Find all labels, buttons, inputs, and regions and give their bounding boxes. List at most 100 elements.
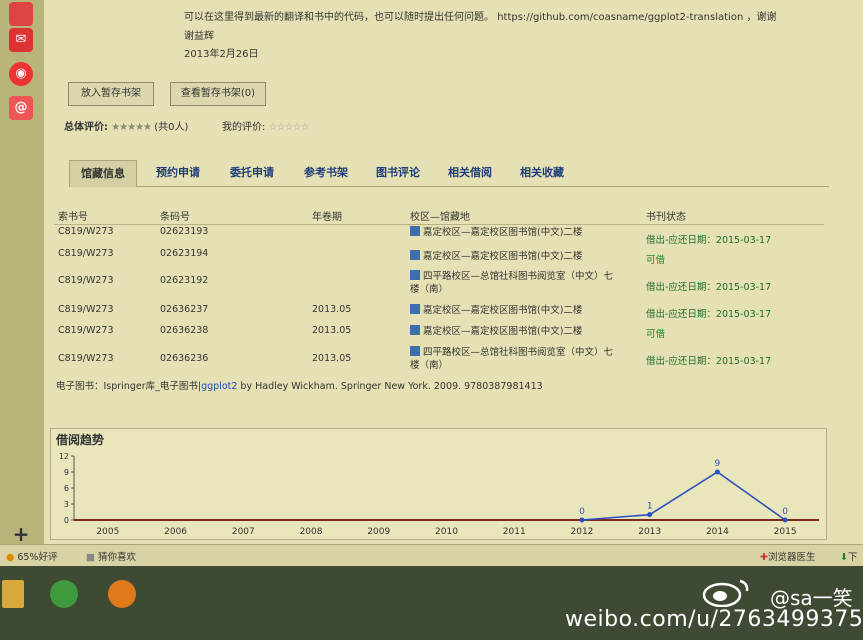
x-tick-label: 2015 [774, 527, 797, 537]
tab-reference-shelf[interactable]: 参考书架 [293, 160, 359, 186]
overall-stars-icon: ★★★★★ [111, 122, 152, 133]
library-icon [410, 304, 420, 314]
browser-doctor[interactable]: ✚浏览器医生 [760, 549, 815, 563]
col-year: 年卷期 [312, 212, 342, 223]
library-icon [410, 270, 420, 280]
location: 嘉定校区—嘉定校区图书馆(中文)二楼 [410, 304, 620, 317]
library-icon [410, 346, 420, 356]
ie-browser-icon[interactable] [50, 580, 78, 608]
weibo-icon[interactable]: ◉ [9, 62, 33, 86]
overall-rating: 总体评价: ★★★★★ (共0人) [64, 122, 189, 133]
y-tick-label: 0 [64, 516, 69, 525]
download-button[interactable]: ⬇下 [840, 549, 857, 563]
tab-reserve[interactable]: 预约申请 [145, 160, 211, 186]
intro-date: 2013年2月26日 [184, 49, 259, 60]
tab-reviews[interactable]: 图书评论 [365, 160, 431, 186]
data-point [782, 517, 788, 523]
firefox-icon[interactable] [108, 580, 136, 608]
app-icon[interactable] [9, 2, 33, 26]
ebook-link[interactable]: ggplot2 [201, 381, 237, 392]
library-icon [410, 250, 420, 260]
intro-author: 谢益辉 [184, 31, 214, 42]
status: 借出-应还日期：2015-03-17 [646, 235, 772, 246]
at-icon[interactable]: @ [9, 96, 33, 120]
tab-related-collections[interactable]: 相关收藏 [509, 160, 575, 186]
barcode: 02623193 [160, 226, 209, 237]
browser-sidebar: ✉ ◉ @ + [0, 0, 45, 566]
mail-icon[interactable]: ✉ [9, 28, 33, 52]
x-tick-label: 2007 [232, 527, 255, 537]
x-tick-label: 2010 [435, 527, 458, 537]
col-location: 校区—馆藏地 [410, 212, 470, 223]
x-tick-label: 2012 [571, 527, 594, 537]
status: 借出-应还日期：2015-03-17 [646, 282, 772, 293]
location: 嘉定校区—嘉定校区图书馆(中文)二楼 [410, 325, 620, 338]
col-status: 书刊状态 [646, 212, 686, 223]
trend-chart: 0 3 6 9 12 2005 2006 2007 2008 2009 2010 2011 2012 20… [59, 452, 819, 537]
y-tick-label: 9 [64, 468, 69, 477]
x-tick-label: 2006 [164, 527, 187, 537]
add-icon[interactable]: + [9, 522, 33, 546]
location: 嘉定校区—嘉定校区图书馆(中文)二楼 [410, 226, 620, 239]
call-number: C819/W273 [58, 304, 114, 315]
grid-icon: ■ [86, 552, 95, 563]
year: 2013.05 [312, 325, 352, 336]
call-number: C819/W273 [58, 226, 114, 237]
barcode: 02636238 [160, 325, 209, 336]
folder-icon[interactable] [2, 580, 24, 608]
watermark-url: weibo.com/u/2763499375 [565, 607, 863, 632]
x-tick-label: 2008 [300, 527, 323, 537]
my-stars-icon[interactable]: ☆☆☆☆☆ [269, 122, 310, 133]
book-detail-page: 可以在这里得到最新的翻译和书中的代码，也可以随时提出任何问题。 https://… [44, 0, 863, 566]
data-label: 9 [715, 459, 721, 469]
trend-line [581, 471, 786, 521]
smile-icon: ● [6, 552, 15, 563]
x-tick-label: 2005 [96, 527, 119, 537]
call-number: C819/W273 [58, 325, 114, 336]
tab-delegate[interactable]: 委托申请 [219, 160, 285, 186]
my-rating: 我的评价: ☆☆☆☆☆ [222, 122, 310, 133]
status-rating[interactable]: ● 65%好评 [6, 549, 57, 563]
x-tick-label: 2011 [503, 527, 526, 537]
trend-title: 借阅趋势 [56, 433, 105, 447]
barcode: 02623192 [160, 275, 209, 286]
ebook-line: 电子图书：Ispringer库_电子图书|ggplot2 by Hadley W… [56, 381, 543, 392]
data-point [579, 517, 585, 523]
barcode: 02636236 [160, 353, 209, 364]
status: 可借 [646, 329, 666, 340]
barcode: 02636237 [160, 304, 209, 315]
col-call-number: 索书号 [58, 212, 88, 223]
download-icon: ⬇ [840, 552, 848, 563]
year: 2013.05 [312, 304, 352, 315]
col-barcode: 条码号 [160, 212, 190, 223]
status: 借出-应还日期：2015-03-17 [646, 309, 772, 320]
location: 四平路校区—总馆社科图书阅览室（中文）七楼（南） [410, 270, 614, 295]
year: 2013.05 [312, 353, 352, 364]
location: 四平路校区—总馆社科图书阅览室（中文）七楼（南） [410, 346, 614, 371]
y-tick-label: 12 [59, 452, 69, 461]
x-tick-label: 2009 [367, 527, 390, 537]
add-to-shelf-button[interactable]: 放入暂存书架 [68, 82, 154, 106]
data-label: 1 [647, 502, 653, 512]
x-tick-label: 2014 [706, 527, 729, 537]
status-bar: ● 65%好评 ■ 猜你喜欢 ✚浏览器医生 ⬇下 [0, 544, 863, 567]
view-shelf-button[interactable]: 查看暂存书架(0) [170, 82, 266, 106]
call-number: C819/W273 [58, 353, 114, 364]
data-point [714, 469, 720, 475]
detail-tabs: 馆藏信息 预约申请 委托申请 参考书架 图书评论 相关借阅 相关收藏 [69, 160, 829, 187]
data-label: 0 [782, 507, 788, 517]
tab-holdings[interactable]: 馆藏信息 [69, 160, 137, 187]
status: 可借 [646, 255, 666, 266]
y-tick-label: 3 [64, 500, 69, 509]
weibo-logo [702, 579, 749, 607]
barcode: 02623194 [160, 248, 209, 259]
tab-related-borrowing[interactable]: 相关借阅 [437, 160, 503, 186]
status-guess[interactable]: ■ 猜你喜欢 [86, 549, 136, 563]
y-tick-label: 6 [64, 484, 69, 493]
header-divider [54, 224, 824, 225]
location: 嘉定校区—嘉定校区图书馆(中文)二楼 [410, 250, 620, 263]
x-tick-label: 2013 [638, 527, 661, 537]
library-icon [410, 226, 420, 236]
data-label: 0 [579, 507, 585, 517]
intro-line: 可以在这里得到最新的翻译和书中的代码，也可以随时提出任何问题。 https://… [184, 12, 777, 23]
